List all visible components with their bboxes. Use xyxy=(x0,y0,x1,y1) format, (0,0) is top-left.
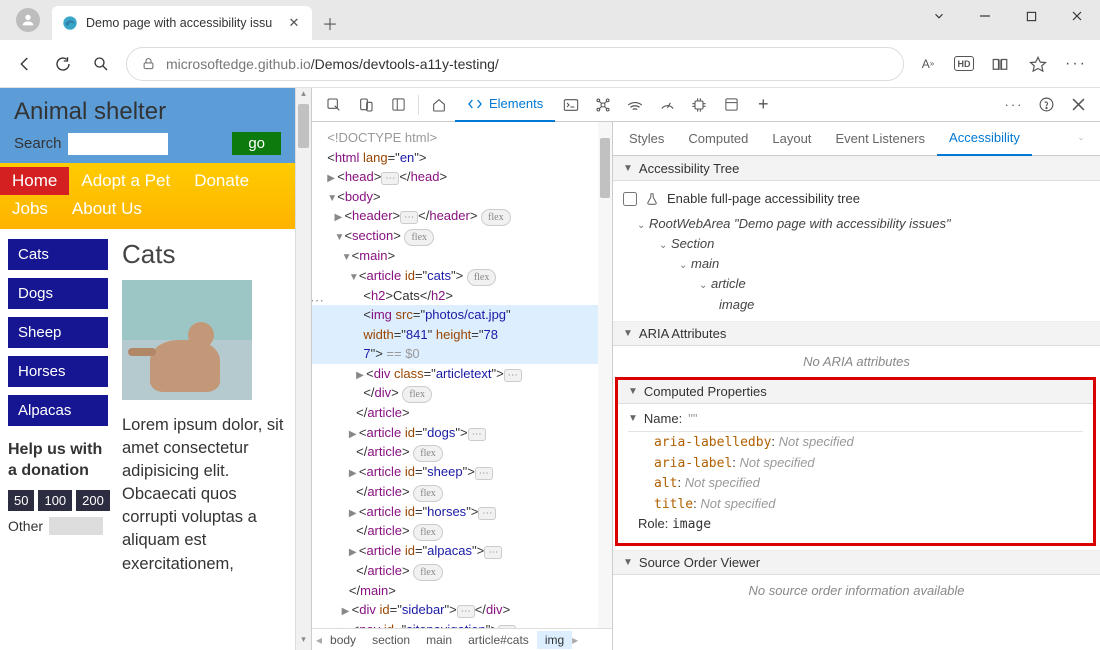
side-tabs: Styles Computed Layout Event Listeners A… xyxy=(613,122,1100,156)
sidebar-item-sheep[interactable]: Sheep xyxy=(8,317,108,348)
window-titlebar: Demo page with accessibility issu ✕ ＋ xyxy=(0,0,1100,40)
search-icon[interactable] xyxy=(88,51,114,77)
webpage-viewport: Animal shelter Search go Home Adopt a Pe… xyxy=(0,88,295,650)
donate-100[interactable]: 100 xyxy=(38,490,72,511)
page-scrollbar[interactable]: ▴▾ xyxy=(295,88,311,650)
donate-other-input[interactable] xyxy=(49,517,103,535)
sidebar-item-cats[interactable]: Cats xyxy=(8,239,108,270)
close-window-button[interactable] xyxy=(1054,0,1100,32)
minimize-button[interactable] xyxy=(962,0,1008,32)
favorite-icon[interactable] xyxy=(1026,52,1050,76)
donate-50[interactable]: 50 xyxy=(8,490,34,511)
devtools-toolbar: Elements + ··· xyxy=(312,88,1100,122)
tab-layout[interactable]: Layout xyxy=(760,122,823,156)
nav-adopt[interactable]: Adopt a Pet xyxy=(69,167,182,195)
nav-home[interactable]: Home xyxy=(0,167,69,195)
maximize-button[interactable] xyxy=(1008,0,1054,32)
application-icon[interactable] xyxy=(715,90,747,120)
url-path: /Demos/devtools-a11y-testing/ xyxy=(311,56,499,72)
lock-icon xyxy=(141,56,156,71)
sidebar-item-dogs[interactable]: Dogs xyxy=(8,278,108,309)
url-host: microsoftedge.github.io xyxy=(166,56,311,72)
dom-tree-panel: <!DOCTYPE html> <html lang="en"> ▶<head>… xyxy=(312,122,612,650)
enable-full-tree-label: Enable full-page accessibility tree xyxy=(667,191,860,206)
tab-styles[interactable]: Styles xyxy=(617,122,676,156)
refresh-button[interactable] xyxy=(50,51,76,77)
devtools-panel: Elements + ··· <!DOCTYPE html> <html lan… xyxy=(311,88,1100,650)
pane-accessibility-tree[interactable]: ▼Accessibility Tree xyxy=(613,156,1100,181)
tab-elements[interactable]: Elements xyxy=(455,88,555,122)
donation-heading: Help us with a donation xyxy=(8,440,108,482)
article-heading: Cats xyxy=(122,239,287,270)
computed-properties-highlight: ▼Computed Properties ▼Name: "" aria-labe… xyxy=(615,377,1096,546)
network-icon[interactable] xyxy=(619,90,651,120)
cat-image xyxy=(122,280,252,400)
page-title: Animal shelter xyxy=(14,98,281,126)
url-input[interactable]: microsoftedge.github.io/Demos/devtools-a… xyxy=(126,47,904,81)
go-button[interactable]: go xyxy=(232,132,281,155)
donate-other-label: Other xyxy=(8,518,43,534)
pane-computed-properties[interactable]: ▼Computed Properties xyxy=(618,380,1093,404)
search-label: Search xyxy=(14,135,62,152)
more-icon[interactable]: ··· xyxy=(1064,52,1088,76)
pane-aria-attributes[interactable]: ▼ARIA Attributes xyxy=(613,321,1100,346)
new-tab-button[interactable]: ＋ xyxy=(316,9,344,37)
console-icon[interactable] xyxy=(555,90,587,120)
performance-icon[interactable] xyxy=(651,90,683,120)
browser-tab[interactable]: Demo page with accessibility issu ✕ xyxy=(52,6,312,40)
more-tools-icon[interactable]: + xyxy=(747,90,779,120)
help-icon[interactable] xyxy=(1030,90,1062,120)
tab-event-listeners[interactable]: Event Listeners xyxy=(823,122,937,156)
read-aloud-icon[interactable]: A» xyxy=(916,52,940,76)
nav-donate[interactable]: Donate xyxy=(182,167,261,195)
close-tab-icon[interactable]: ✕ xyxy=(286,15,302,31)
no-source-order-text: No source order information available xyxy=(613,575,1100,610)
pane-source-order[interactable]: ▼Source Order Viewer xyxy=(613,550,1100,575)
flask-icon xyxy=(645,192,659,206)
reader-icon[interactable] xyxy=(988,52,1012,76)
address-bar: microsoftedge.github.io/Demos/devtools-a… xyxy=(0,40,1100,88)
side-tabs-more-icon[interactable] xyxy=(1066,122,1096,156)
accessibility-panel: Styles Computed Layout Event Listeners A… xyxy=(612,122,1100,650)
devtools-more-icon[interactable]: ··· xyxy=(998,90,1030,120)
device-icon[interactable] xyxy=(350,90,382,120)
dom-breadcrumb[interactable]: ◂ body section main article#cats img ▸ xyxy=(312,628,612,650)
profile-avatar[interactable] xyxy=(16,8,40,32)
dom-scrollbar[interactable] xyxy=(598,122,612,628)
primary-nav: Home Adopt a Pet Donate Jobs About Us xyxy=(0,163,295,229)
search-input[interactable] xyxy=(68,133,168,155)
no-aria-text: No ARIA attributes xyxy=(613,346,1100,377)
tab-accessibility[interactable]: Accessibility xyxy=(937,122,1032,156)
article-text: Lorem ipsum dolor, sit amet consectetur … xyxy=(122,414,287,576)
donate-200[interactable]: 200 xyxy=(76,490,110,511)
dom-tree[interactable]: <!DOCTYPE html> <html lang="en"> ▶<head>… xyxy=(312,122,612,628)
edge-icon xyxy=(62,15,78,31)
inspect-icon[interactable] xyxy=(318,90,350,120)
nav-about[interactable]: About Us xyxy=(60,195,154,223)
devtools-close-icon[interactable] xyxy=(1062,90,1094,120)
sidebar-item-horses[interactable]: Horses xyxy=(8,356,108,387)
dock-icon[interactable] xyxy=(382,90,414,120)
welcome-icon[interactable] xyxy=(423,90,455,120)
sources-icon[interactable] xyxy=(587,90,619,120)
sidebar-item-alpacas[interactable]: Alpacas xyxy=(8,395,108,426)
tab-title: Demo page with accessibility issu xyxy=(86,16,278,30)
hd-icon[interactable]: HD xyxy=(954,56,974,71)
accessibility-tree[interactable]: ⌄RootWebArea "Demo page with accessibili… xyxy=(623,214,1090,315)
tab-computed[interactable]: Computed xyxy=(676,122,760,156)
chevron-down-icon[interactable] xyxy=(916,0,962,32)
back-button[interactable] xyxy=(12,51,38,77)
enable-full-tree-checkbox[interactable] xyxy=(623,192,637,206)
memory-icon[interactable] xyxy=(683,90,715,120)
